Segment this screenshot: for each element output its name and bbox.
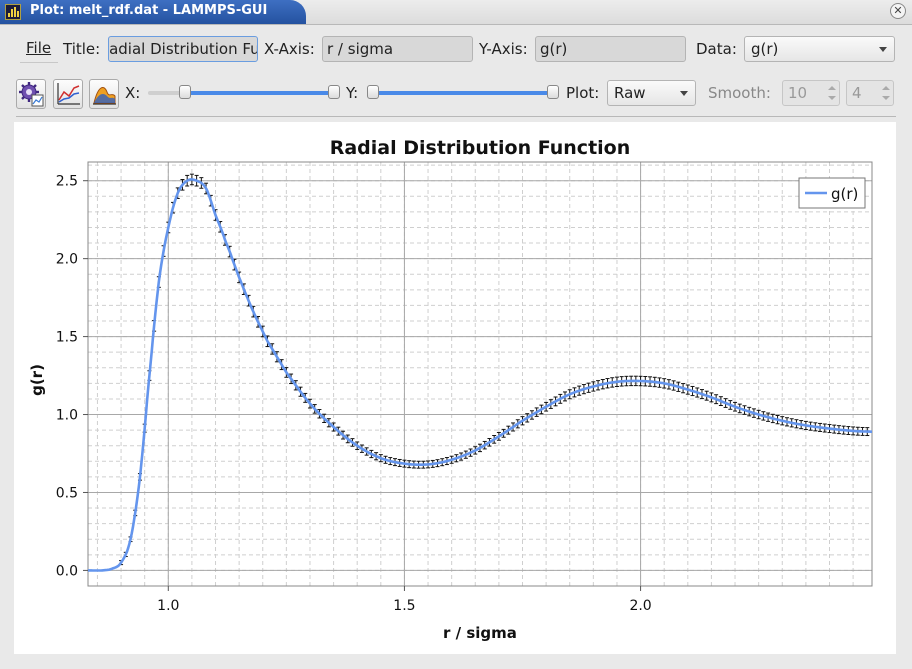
spin-up-icon[interactable] [828,86,836,90]
plot-mode-label: Plot: [566,84,600,102]
yaxis-input-value: g(r) [540,40,568,58]
legend-label: g(r) [831,185,858,203]
y-max-handle[interactable] [547,85,559,99]
file-menu[interactable]: File [20,36,58,63]
title-bar[interactable]: Plot: melt_rdf.dat - LAMMPS-GUI ✕ [0,0,912,25]
x-range-fill [184,91,334,95]
title-label: Title: [63,40,101,58]
toolbar-separator [16,116,896,117]
xaxis-input-value: r / sigma [327,40,394,58]
x-tick-label: 2.0 [629,598,651,614]
spin-down-icon[interactable] [882,96,890,100]
chart-legend: g(r) [798,177,866,209]
export-image-button[interactable] [89,79,119,109]
title-input-value: Radial Distribution Function [109,40,258,58]
title-tab: Plot: melt_rdf.dat - LAMMPS-GUI [0,0,306,24]
y-tick-label: 1.5 [56,330,78,346]
yaxis-input[interactable]: g(r) [535,36,686,62]
y-axis-title: g(r) [28,364,46,396]
export-image-icon [93,87,116,105]
file-menu-label: File [26,39,52,57]
chevron-down-icon [680,91,688,96]
spin-up-icon[interactable] [882,86,890,90]
xaxis-input[interactable]: r / sigma [322,36,473,62]
y-tick-label: 2.0 [56,252,78,268]
settings-button[interactable] [16,79,46,109]
lammps-app-icon [5,4,21,20]
plot-window: Plot: melt_rdf.dat - LAMMPS-GUI ✕ File T… [0,0,912,669]
smooth-window-value: 10 [788,84,808,102]
window-title: Plot: melt_rdf.dat - LAMMPS-GUI [30,3,268,18]
y-range-slider[interactable] [367,84,559,102]
y-range-fill [373,91,553,95]
chart-view[interactable]: Radial Distribution Function 1.0 1.5 2.0 0.… [14,122,896,654]
smooth-label: Smooth: [708,84,771,102]
data-select[interactable]: g(r) [744,36,895,62]
x-tick-label: 1.0 [157,598,179,614]
y-tick-label: 0.0 [56,563,78,579]
data-select-value: g(r) [751,40,779,58]
xaxis-label: X-Axis: [264,40,315,58]
yaxis-label: Y-Axis: [479,40,528,58]
spin-down-icon[interactable] [828,96,836,100]
settings-icon [19,82,44,107]
y-min-handle[interactable] [367,85,379,99]
x-max-handle[interactable] [328,85,340,99]
smooth-window-spinbox[interactable]: 10 [782,80,840,106]
plot-area [87,161,873,587]
x-min-handle[interactable] [178,85,191,99]
x-range-slider[interactable] [148,84,340,102]
y-range-label: Y: [346,84,359,102]
smooth-order-spinbox[interactable]: 4 [846,80,894,106]
close-icon[interactable]: ✕ [890,3,906,19]
export-plot-icon [57,83,80,105]
chevron-down-icon [879,47,887,52]
chart-title: Radial Distribution Function [330,137,631,159]
x-range-label: X: [125,84,141,102]
data-label: Data: [696,40,737,58]
x-axis-title: r / sigma [443,624,517,642]
plot-mode-value: Raw [614,84,646,102]
series-line-g-r [88,178,872,572]
export-plot-button[interactable] [53,79,83,109]
rdf-chart: Radial Distribution Function 1.0 1.5 2.0 0.… [28,137,873,642]
plot-mode-select[interactable]: Raw [607,80,696,106]
title-input[interactable]: Radial Distribution Function [108,36,258,62]
y-tick-label: 2.5 [56,174,78,190]
y-tick-label: 0.5 [56,485,78,501]
y-tick-label: 1.0 [56,408,78,424]
x-tick-label: 1.5 [393,598,415,614]
smooth-order-value: 4 [852,84,862,102]
